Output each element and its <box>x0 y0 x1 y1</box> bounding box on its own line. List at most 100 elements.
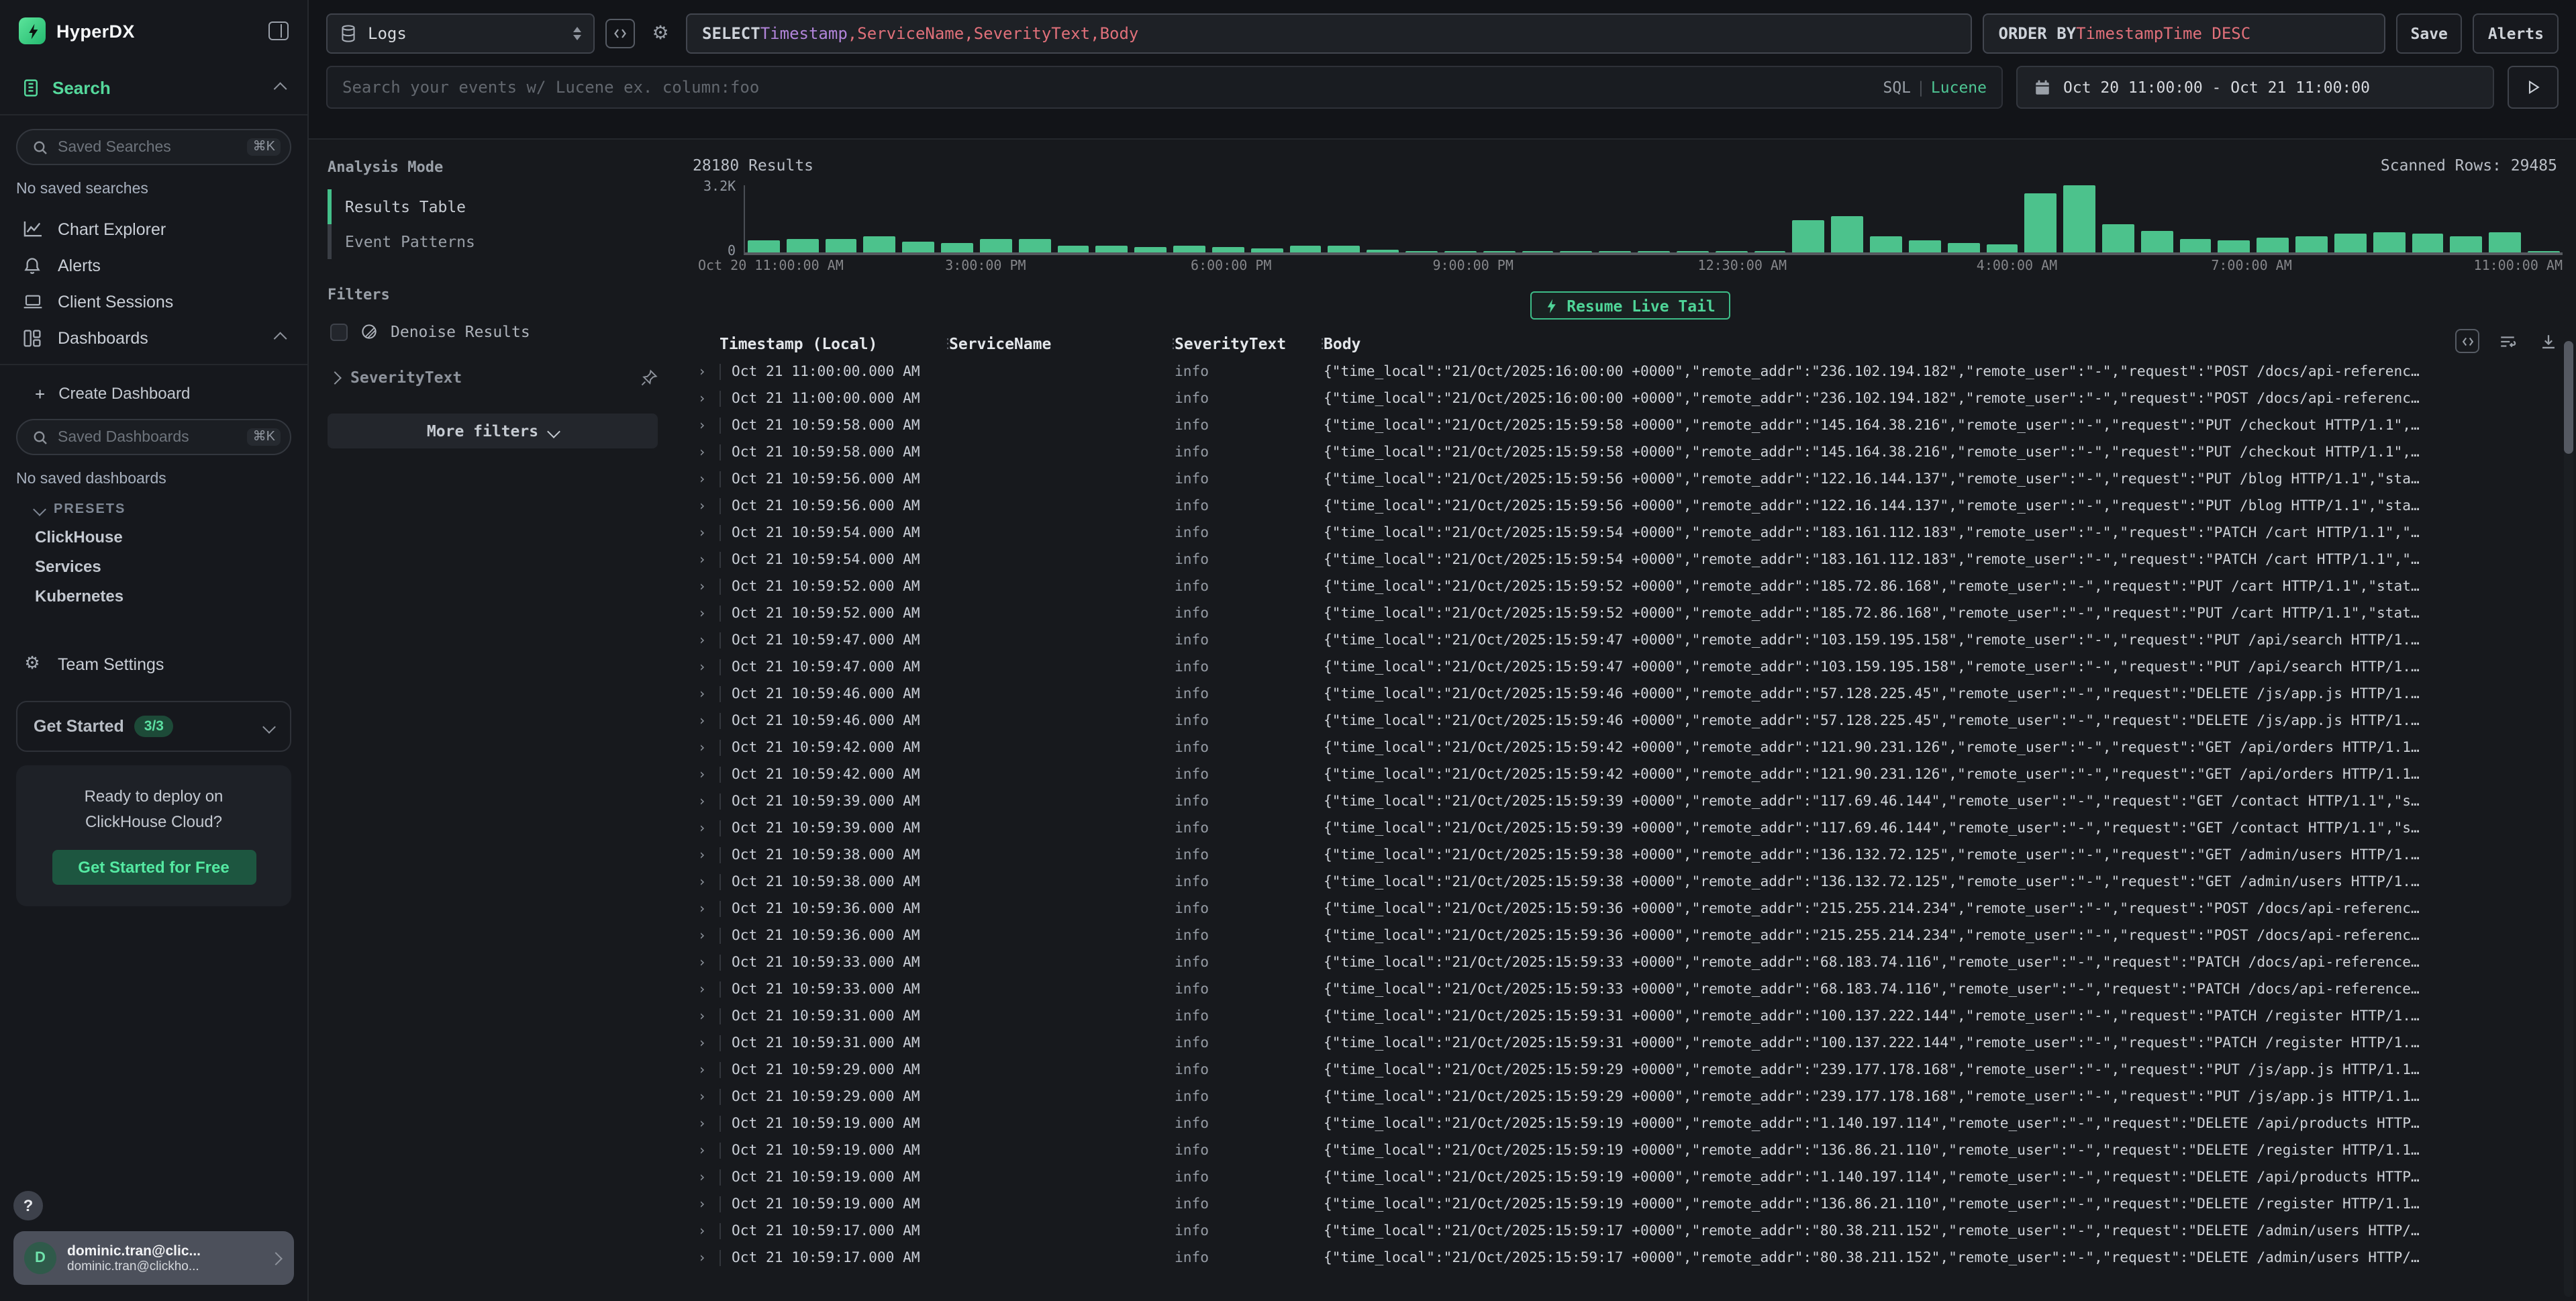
chart-bar[interactable] <box>2412 234 2444 252</box>
saved-searches-input[interactable]: Saved Searches ⌘K <box>16 129 291 165</box>
expand-row-chevron-icon[interactable]: › <box>685 1170 720 1185</box>
log-table-row[interactable]: › Oct 21 11:00:00.000 AM info {"time_loc… <box>685 385 2576 412</box>
chart-bar[interactable] <box>941 242 973 252</box>
chart-bar[interactable] <box>2489 232 2522 252</box>
chart-bar[interactable] <box>903 242 935 252</box>
expand-row-chevron-icon[interactable]: › <box>685 1143 720 1158</box>
event-search-input[interactable]: Search your events w/ Lucene ex. column:… <box>326 66 2003 109</box>
log-table-row[interactable]: › Oct 21 10:59:39.000 AM info {"time_loc… <box>685 815 2576 842</box>
expand-row-chevron-icon[interactable]: › <box>685 740 720 755</box>
chart-bar[interactable] <box>2450 236 2483 252</box>
chart-bar[interactable] <box>1251 248 1283 252</box>
help-button[interactable]: ? <box>13 1191 43 1220</box>
log-table-row[interactable]: › Oct 21 10:59:38.000 AM info {"time_loc… <box>685 869 2576 896</box>
expand-row-chevron-icon[interactable]: › <box>685 767 720 782</box>
saved-dashboards-input[interactable]: Saved Dashboards ⌘K <box>16 419 291 455</box>
log-table-row[interactable]: › Oct 21 10:59:39.000 AM info {"time_loc… <box>685 788 2576 815</box>
chart-bar[interactable] <box>2218 240 2250 252</box>
log-table-row[interactable]: › Oct 21 10:59:58.000 AM info {"time_loc… <box>685 412 2576 439</box>
expand-row-chevron-icon[interactable]: › <box>685 660 720 675</box>
select-expression-input[interactable]: SELECT Timestamp,ServiceName,SeverityTex… <box>686 13 1972 54</box>
expand-row-chevron-icon[interactable]: › <box>685 714 720 728</box>
log-table-row[interactable]: › Oct 21 10:59:19.000 AM info {"time_loc… <box>685 1164 2576 1191</box>
chart-bar[interactable] <box>1057 245 1089 252</box>
chart-bar[interactable] <box>2528 251 2560 252</box>
log-table-row[interactable]: › Oct 21 10:59:46.000 AM info {"time_loc… <box>685 681 2576 708</box>
expand-row-chevron-icon[interactable]: › <box>685 1224 720 1239</box>
chart-bar[interactable] <box>1986 244 2018 252</box>
column-resize-handle[interactable]: ⋮ <box>1316 336 1324 351</box>
chart-bar[interactable] <box>1522 251 1554 252</box>
log-table-row[interactable]: › Oct 21 10:59:52.000 AM info {"time_loc… <box>685 600 2576 627</box>
wrap-text-icon[interactable] <box>2495 329 2520 353</box>
table-scrollbar[interactable] <box>2564 341 2573 1297</box>
source-select[interactable]: Logs <box>326 13 595 54</box>
chart-bar[interactable] <box>1715 251 1747 253</box>
analysis-mode-event-patterns[interactable]: Event Patterns <box>328 224 658 259</box>
chart-bar[interactable] <box>748 241 780 253</box>
chart-bar[interactable] <box>1289 246 1322 252</box>
chart-bar[interactable] <box>2102 224 2134 252</box>
log-table-row[interactable]: › Oct 21 10:59:47.000 AM info {"time_loc… <box>685 654 2576 681</box>
chart-bar[interactable] <box>1483 251 1515 252</box>
chart-bar[interactable] <box>1909 241 1941 252</box>
sidebar-item-client-sessions[interactable]: Client Sessions <box>0 283 307 320</box>
log-table-row[interactable]: › Oct 21 10:59:31.000 AM info {"time_loc… <box>685 1003 2576 1030</box>
alerts-button[interactable]: Alerts <box>2473 13 2559 54</box>
column-header-timestamp[interactable]: Timestamp (Local) <box>720 334 941 353</box>
sidebar-item-chart-explorer[interactable]: Chart Explorer <box>0 211 307 247</box>
log-table-row[interactable]: › Oct 21 10:59:38.000 AM info {"time_loc… <box>685 842 2576 869</box>
more-filters-button[interactable]: More filters <box>328 414 658 448</box>
column-header-severitytext[interactable]: SeverityText <box>1175 334 1316 353</box>
expand-row-chevron-icon[interactable]: › <box>685 445 720 460</box>
log-table-row[interactable]: › Oct 21 10:59:19.000 AM info {"time_loc… <box>685 1110 2576 1137</box>
chart-bar[interactable] <box>1561 251 1593 252</box>
presets-toggle[interactable]: PRESETS <box>0 495 307 522</box>
expand-row-chevron-icon[interactable]: › <box>685 526 720 540</box>
expand-row-chevron-icon[interactable]: › <box>685 982 720 997</box>
chart-bar[interactable] <box>864 236 896 252</box>
create-dashboard-button[interactable]: + Create Dashboard <box>0 376 307 411</box>
chart-bar[interactable] <box>2257 238 2289 253</box>
log-table-row[interactable]: › Oct 21 10:59:58.000 AM info {"time_loc… <box>685 439 2576 466</box>
log-table-row[interactable]: › Oct 21 10:59:17.000 AM info {"time_loc… <box>685 1245 2576 1271</box>
sidebar-collapse-icon[interactable] <box>268 21 289 40</box>
chart-bar[interactable] <box>1135 246 1167 252</box>
expand-row-chevron-icon[interactable]: › <box>685 1251 720 1265</box>
sql-option[interactable]: SQL <box>1883 78 1911 97</box>
order-by-input[interactable]: ORDER BY TimestampTime DESC <box>1983 13 2385 54</box>
chart-bar[interactable] <box>825 238 857 252</box>
user-menu[interactable]: D dominic.tran@clic... dominic.tran@clic… <box>13 1231 294 1285</box>
log-table-row[interactable]: › Oct 21 10:59:46.000 AM info {"time_loc… <box>685 708 2576 734</box>
date-range-picker[interactable]: Oct 20 11:00:00 - Oct 21 11:00:00 <box>2016 66 2494 109</box>
expand-row-chevron-icon[interactable]: › <box>685 1009 720 1024</box>
log-table-row[interactable]: › Oct 21 10:59:47.000 AM info {"time_loc… <box>685 627 2576 654</box>
log-table-row[interactable]: › Oct 21 10:59:56.000 AM info {"time_loc… <box>685 493 2576 520</box>
chart-bar[interactable] <box>787 239 819 252</box>
preset-item-services[interactable]: Services <box>0 552 307 581</box>
save-button[interactable]: Save <box>2396 13 2463 54</box>
chart-bar[interactable] <box>1019 238 1051 252</box>
get-started-free-button[interactable]: Get Started for Free <box>52 850 256 885</box>
chart-bar[interactable] <box>980 240 1012 252</box>
denoise-checkbox[interactable] <box>330 323 348 340</box>
preset-item-kubernetes[interactable]: Kubernetes <box>0 581 307 611</box>
column-header-body[interactable]: Body <box>1324 334 2576 353</box>
expand-row-chevron-icon[interactable]: › <box>685 875 720 889</box>
chart-bar[interactable] <box>1173 245 1205 252</box>
log-table-row[interactable]: › Oct 21 10:59:33.000 AM info {"time_loc… <box>685 976 2576 1003</box>
preset-item-clickhouse[interactable]: ClickHouse <box>0 522 307 552</box>
pin-icon[interactable] <box>640 369 658 386</box>
log-table-row[interactable]: › Oct 21 10:59:29.000 AM info {"time_loc… <box>685 1057 2576 1083</box>
chart-bar[interactable] <box>2141 232 2173 252</box>
expand-row-chevron-icon[interactable]: › <box>685 499 720 514</box>
expand-row-chevron-icon[interactable]: › <box>685 1116 720 1131</box>
log-table-row[interactable]: › Oct 21 10:59:19.000 AM info {"time_loc… <box>685 1191 2576 1218</box>
expand-row-chevron-icon[interactable]: › <box>685 902 720 916</box>
analysis-mode-results-table[interactable]: Results Table <box>328 189 658 224</box>
chart-bar[interactable] <box>2334 234 2367 253</box>
expand-row-chevron-icon[interactable]: › <box>685 955 720 970</box>
chart-bar[interactable] <box>2295 236 2328 252</box>
expand-row-chevron-icon[interactable]: › <box>685 794 720 809</box>
query-language-toggle[interactable]: SQL|Lucene <box>1883 78 1987 97</box>
